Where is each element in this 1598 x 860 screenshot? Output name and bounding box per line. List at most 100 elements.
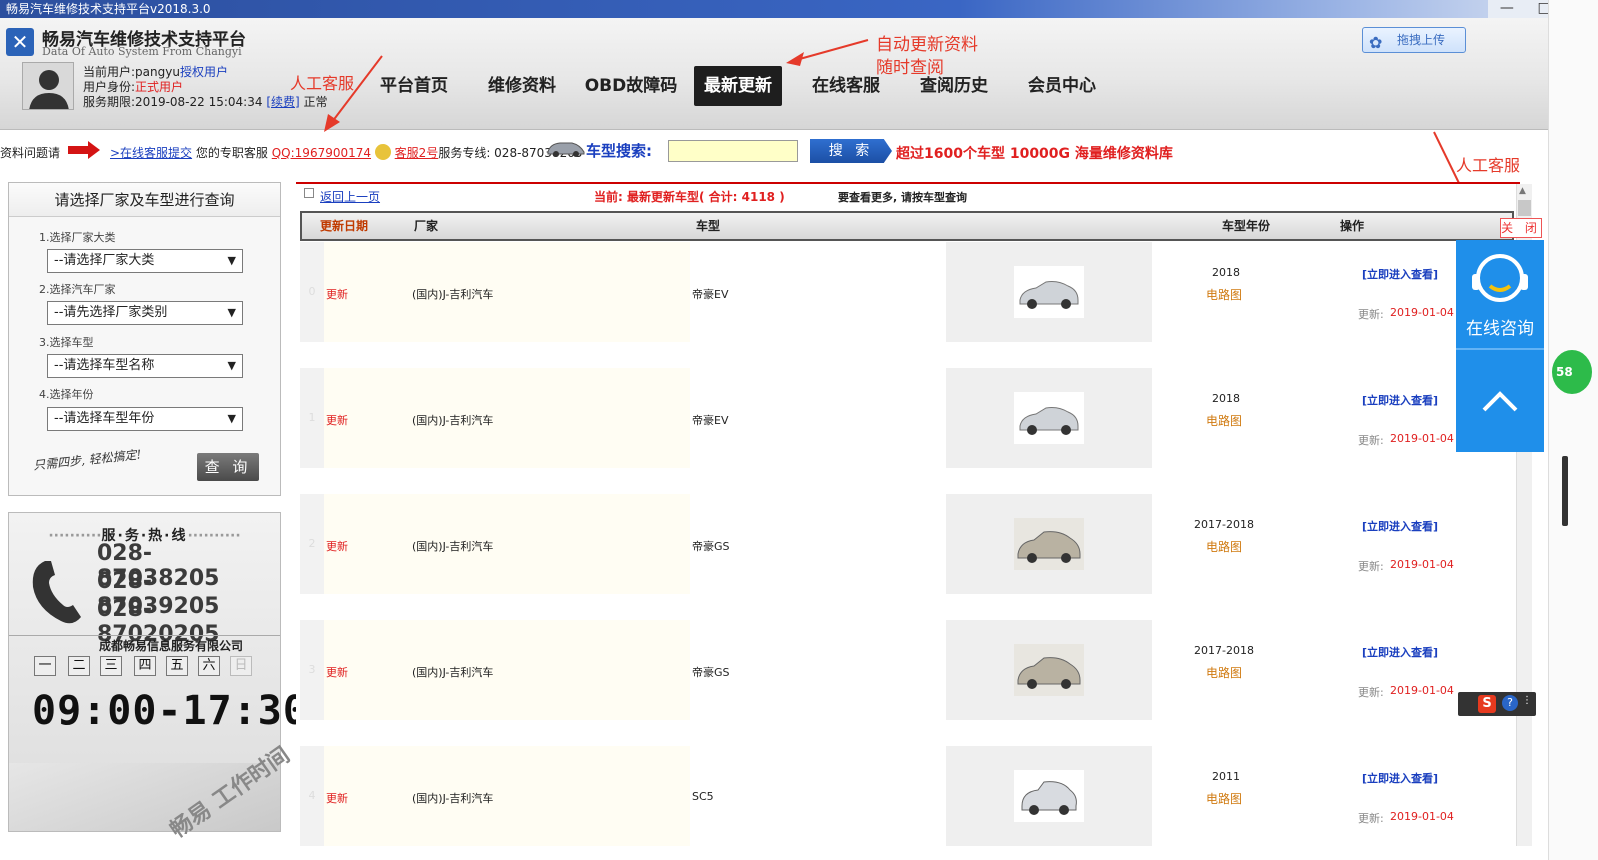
car-thumbnail[interactable]	[1014, 392, 1084, 444]
qq-link[interactable]: QQ:1967900174	[272, 146, 371, 160]
row-tag: 更新	[326, 792, 348, 805]
row-date-label: 更新:	[1358, 812, 1384, 825]
row-view-link[interactable]: [立即进入查看]	[1362, 770, 1438, 786]
row-year: 2017-2018	[1194, 518, 1254, 531]
row-year: 2018	[1212, 266, 1240, 279]
company-name: 成都畅易信息服务有限公司	[99, 639, 244, 653]
step-3-label: 3.选择车型	[39, 336, 94, 349]
update-list-panel: 返回上一页 当前: 最新更新车型( 合计: 4118 ) 要查看更多, 请按车型…	[296, 182, 1520, 846]
row-date: 2019-01-04	[1390, 306, 1454, 319]
back-link[interactable]: 返回上一页	[320, 188, 380, 205]
col-action: 操作	[1340, 219, 1365, 233]
table-header: 更新日期 厂家 车型 车型年份 操作	[300, 211, 1514, 241]
filter-panel-title: 请选择厂家及车型进行查询	[9, 183, 280, 217]
row-date-label: 更新:	[1358, 308, 1384, 321]
row-maker: (国内)J-吉利汽车	[412, 414, 494, 427]
row-maker: (国内)J-吉利汽车	[412, 666, 494, 679]
row-model: 帝豪EV	[692, 288, 729, 301]
row-diagram: 电路图	[1206, 288, 1243, 302]
search-button[interactable]: 搜 索	[810, 139, 892, 163]
row-diagram: 电路图	[1206, 666, 1243, 680]
row-diagram: 电路图	[1206, 414, 1243, 428]
dropdown-arrow-icon: ▼	[227, 306, 236, 319]
table-row: 2 更新 (国内)J-吉利汽车 帝豪GS 2017-2018 电路图 [立即进入…	[300, 494, 1514, 594]
year-select[interactable]: --请选择车型年份 ▼	[47, 407, 243, 431]
row-view-link[interactable]: [立即进入查看]	[1362, 392, 1438, 408]
online-consult-widget[interactable]: 在线咨询	[1456, 240, 1544, 452]
help-icon[interactable]: ?	[1502, 695, 1518, 711]
qq-penguin-icon	[374, 144, 391, 160]
infobar-links: >在线客服提交 您的专职客服 QQ:1967900174 客服2号服务专线: 0…	[110, 144, 583, 160]
day-sun: 日	[230, 656, 252, 676]
step-4-label: 4.选择年份	[39, 388, 94, 401]
edge-handle[interactable]	[1562, 456, 1568, 526]
col-update-date: 更新日期	[320, 219, 369, 233]
table-row: 4 更新 (国内)J-吉利汽车 SC5 2011 电路图 [立即进入查看] 更新…	[300, 746, 1514, 846]
row-view-link[interactable]: [立即进入查看]	[1362, 266, 1438, 282]
problem-prefix: 资料问题请	[0, 146, 61, 160]
ime-toolbar[interactable]: S ? ⋮	[1458, 692, 1536, 716]
outer-scrollbar[interactable]	[1548, 0, 1598, 860]
step-2-label: 2.选择汽车厂家	[39, 283, 116, 296]
step-1-label: 1.选择厂家大类	[39, 231, 116, 244]
row-date: 2019-01-04	[1390, 432, 1454, 445]
online-submit-link[interactable]: >在线客服提交	[110, 146, 192, 160]
row-model: 帝豪GS	[692, 666, 730, 679]
day-sat: 六	[198, 656, 220, 676]
promo-text: 超过1600个车型 10000G 海量维修资料库	[896, 146, 1173, 162]
table-row: 3 更新 (国内)J-吉利汽车 帝豪GS 2017-2018 电路图 [立即进入…	[300, 620, 1514, 720]
day-tue: 二	[68, 656, 90, 676]
scroll-up-arrow-icon: ▲	[1519, 186, 1526, 196]
dropdown-arrow-icon: ▼	[227, 359, 236, 372]
row-maker: (国内)J-吉利汽车	[412, 792, 494, 805]
speed-badge[interactable]: 58	[1552, 350, 1592, 394]
table-row: 0 更新 (国内)J-吉利汽车 帝豪EV 2018 电路图 [立即进入查看] 更…	[300, 242, 1514, 342]
table-row: 1 更新 (国内)J-吉利汽车 帝豪EV 2018 电路图 [立即进入查看] 更…	[300, 368, 1514, 468]
query-button[interactable]: 查 询	[197, 453, 259, 481]
consult-label[interactable]: 在线咨询	[1456, 314, 1544, 339]
row-view-link[interactable]: [立即进入查看]	[1362, 518, 1438, 534]
back-icon	[304, 188, 314, 198]
sogou-ime-icon[interactable]: S	[1478, 695, 1496, 713]
car-thumbnail[interactable]	[1014, 266, 1084, 318]
car-thumbnail[interactable]	[1014, 770, 1084, 822]
back-to-top-icon[interactable]	[1456, 370, 1544, 430]
row-date-label: 更新:	[1358, 560, 1384, 573]
row-date: 2019-01-04	[1390, 558, 1454, 571]
service-2-link[interactable]: 客服2号	[395, 146, 439, 160]
model-select[interactable]: --请选择车型名称 ▼	[47, 354, 243, 378]
row-view-link[interactable]: [立即进入查看]	[1362, 644, 1438, 660]
car-icon	[546, 138, 586, 161]
current-total: 当前: 最新更新车型( 合计: 4118 )	[594, 190, 785, 204]
row-diagram: 电路图	[1206, 540, 1243, 554]
work-hours: 09:00-17:30	[32, 688, 308, 734]
row-maker: (国内)J-吉利汽车	[412, 540, 494, 553]
row-date: 2019-01-04	[1390, 684, 1454, 697]
more-hint: 要查看更多, 请按车型查询	[838, 191, 968, 204]
scroll-thumb[interactable]	[1518, 200, 1531, 216]
row-model: SC5	[692, 790, 714, 803]
close-widget-button[interactable]: 关 闭	[1500, 218, 1542, 238]
model-filter-panel: 请选择厂家及车型进行查询 1.选择厂家大类 --请选择厂家大类 ▼ 2.选择汽车厂…	[8, 182, 281, 496]
maker-select[interactable]: --请先选择厂家类别 ▼	[47, 301, 243, 325]
col-year: 车型年份	[1222, 219, 1271, 233]
row-diagram: 电路图	[1206, 792, 1243, 806]
row-date: 2019-01-04	[1390, 810, 1454, 823]
row-model: 帝豪EV	[692, 414, 729, 427]
phone-icon	[27, 557, 91, 630]
dropdown-arrow-icon: ▼	[227, 254, 236, 267]
infobar-text: 资料问题请	[0, 144, 60, 161]
row-model: 帝豪GS	[692, 540, 730, 553]
row-date-label: 更新:	[1358, 434, 1384, 447]
model-search-input[interactable]	[668, 140, 798, 162]
day-thu: 四	[134, 656, 156, 676]
car-thumbnail[interactable]	[1014, 518, 1084, 570]
car-thumbnail[interactable]	[1014, 644, 1084, 696]
row-tag: 更新	[326, 414, 348, 427]
maker-category-select[interactable]: --请选择厂家大类 ▼	[47, 249, 243, 273]
day-wed: 三	[100, 656, 122, 676]
col-model: 车型	[696, 219, 721, 233]
day-fri: 五	[166, 656, 188, 676]
row-year: 2011	[1212, 770, 1240, 783]
menu-icon[interactable]: ⋮	[1522, 695, 1532, 706]
